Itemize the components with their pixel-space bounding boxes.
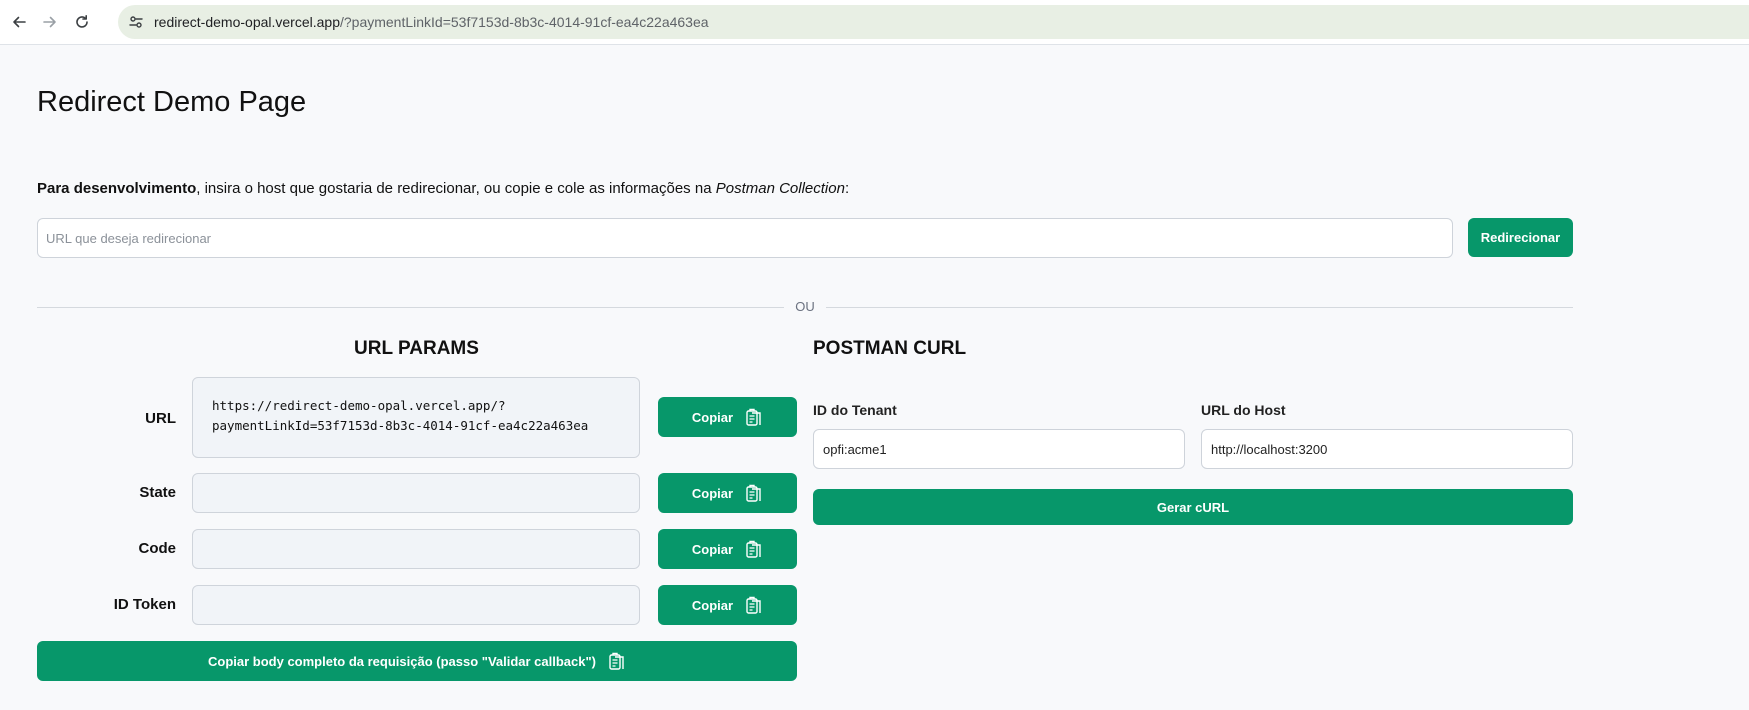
copy-code-button[interactable]: Copiar [658,529,797,569]
host-url-input[interactable] [1201,429,1573,469]
copy-code-label: Copiar [691,541,734,557]
site-settings-icon[interactable] [128,14,144,30]
copy-url-button[interactable]: Copiar [658,397,797,437]
host-url-label: URL do Host [1201,402,1286,418]
intro-bold: Para desenvolvimento [37,180,197,197]
copy-full-body-label: Copiar body completo da requisição (pass… [208,653,596,669]
intro-end: : [844,180,850,197]
tenant-id-label: ID do Tenant [813,402,897,418]
state-field[interactable] [192,473,640,513]
copy-id-token-button[interactable]: Copiar [658,585,797,625]
url-field[interactable]: https://redirect-demo-opal.vercel.app/? … [192,377,640,458]
url-params-heading: URL PARAMS [354,338,479,359]
state-label: State [139,484,176,501]
reload-icon[interactable] [70,10,94,34]
address-path: /?paymentLinkId=53f7153d-8b3c-4014-91cf-… [339,14,709,30]
copy-id-token-label: Copiar [691,597,734,613]
redirect-button[interactable]: Redirecionar [1468,218,1573,257]
postman-curl-heading: POSTMAN CURL [813,338,967,359]
page-title: Redirect Demo Page [37,86,307,118]
copy-state-button[interactable]: Copiar [658,473,797,513]
clipboard-icon [746,484,761,502]
copy-full-body-button[interactable]: Copiar body completo da requisição (pass… [37,641,797,681]
address-text: redirect-demo-opal.vercel.app/?paymentLi… [154,5,709,39]
back-arrow-icon[interactable] [7,10,31,34]
intro-body: , insira o host que gostaria de redireci… [196,180,716,197]
address-bar[interactable]: redirect-demo-opal.vercel.app/?paymentLi… [118,5,1749,39]
redirect-url-input[interactable] [37,218,1453,258]
clipboard-icon [746,408,761,426]
forward-arrow-icon[interactable] [38,10,62,34]
address-host: redirect-demo-opal.vercel.app [154,14,340,30]
copy-state-label: Copiar [691,485,734,501]
code-label: Code [138,540,177,557]
browser-toolbar: redirect-demo-opal.vercel.app/?paymentLi… [0,0,1749,45]
code-field[interactable] [192,529,640,569]
id-token-label: ID Token [113,596,176,613]
divider-label: OU [784,299,826,315]
copy-url-label: Copiar [691,409,734,425]
clipboard-icon [609,652,624,670]
url-label: URL [145,410,176,427]
id-token-field[interactable] [192,585,640,625]
intro-italic: Postman Collection [715,180,845,197]
tenant-id-input[interactable] [813,429,1185,469]
clipboard-icon [746,540,761,558]
generate-curl-button[interactable]: Gerar cURL [813,489,1573,525]
clipboard-icon [746,596,761,614]
intro-text: Para desenvolvimento, insira o host que … [37,180,849,197]
